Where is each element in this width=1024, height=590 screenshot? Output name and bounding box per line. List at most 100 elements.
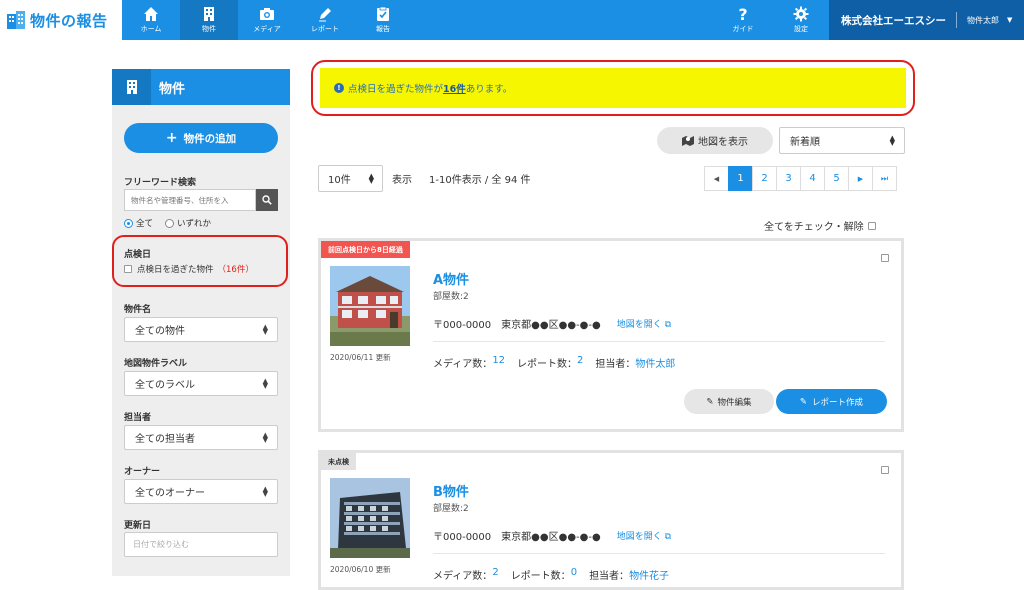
staff-select[interactable]: 全ての担当者 ▲ ▼ [124, 425, 278, 450]
nav-property[interactable]: 物件 [180, 0, 238, 40]
select-arrows-icon: ▲ ▼ [262, 431, 268, 444]
status-badge: 前回点検日から8日経過 [321, 241, 410, 258]
nav-home[interactable]: ホーム [122, 0, 180, 40]
show-map-button[interactable]: 地図を表示 [657, 127, 773, 154]
radio-all[interactable] [124, 218, 133, 228]
overdue-highlight [112, 235, 288, 287]
radio-any[interactable] [165, 218, 175, 228]
updated-date-input[interactable]: 日付で絞り込む [124, 532, 278, 557]
overdue-count: （16件） [217, 265, 254, 275]
media-count[interactable]: 2 [492, 567, 498, 582]
property-name-link[interactable]: B物件 [433, 481, 469, 500]
overdue-checkbox[interactable] [124, 265, 132, 273]
property-photo[interactable] [330, 478, 410, 558]
sort-value: 新着順 [790, 137, 820, 148]
user-menu[interactable]: 物件太郎 [967, 15, 999, 26]
staff-label: 担当者： [589, 571, 630, 582]
result-range: 1-10件表示 / 全 94 件 [429, 175, 531, 186]
question-icon: ? [738, 6, 747, 22]
property-name-select[interactable]: 全ての物件 ▲ ▼ [124, 317, 278, 342]
owner-label: オーナー [124, 467, 161, 477]
page-button[interactable]: 2 [752, 166, 777, 191]
caret-down-icon[interactable]: ▼ [1007, 16, 1012, 24]
divider [433, 553, 885, 554]
overdue-filter: 点検日を過ぎた物件 （16件） [124, 263, 254, 275]
per-page-select[interactable]: 10件 ▲ ▼ [318, 165, 383, 192]
nav-settings[interactable]: 設定 [772, 0, 830, 40]
show-label: 表示 [392, 175, 412, 186]
page-button[interactable]: 1 [728, 166, 753, 191]
alert-suffix: あります。 [465, 84, 513, 95]
nav-notice[interactable]: 報告 [354, 0, 412, 40]
alert-count-link[interactable]: 16件 [443, 81, 466, 95]
clipboard-check-icon [377, 6, 389, 21]
external-link-icon: ⧉ [664, 320, 672, 330]
staff-value: 全ての担当者 [135, 434, 195, 445]
building-logo-icon [7, 11, 25, 29]
search-mode-radios: 全て いずれか [124, 217, 211, 229]
open-map-link[interactable]: 地図を開く ⧉ [617, 317, 671, 330]
top-navbar: 物件の報告 ホーム 物件 メディア レポート 報告 ? ガイド 設定 株式会社エ… [0, 0, 1024, 40]
property-photo[interactable] [330, 266, 410, 346]
page-button[interactable]: 5 [824, 166, 849, 191]
open-map-link[interactable]: 地図を開く ⧉ [617, 529, 671, 542]
create-report-label: レポート作成 [812, 397, 864, 408]
sidebar-header: 物件 [112, 69, 290, 105]
check-all[interactable]: 全てをチェック・解除 [764, 218, 876, 233]
nav-guide-label: ガイド [732, 25, 754, 33]
updated-placeholder: 日付で絞り込む [133, 540, 189, 549]
status-badge: 未点検 [321, 453, 356, 470]
staff-link[interactable]: 物件太郎 [635, 355, 675, 370]
add-property-button[interactable]: + 物件の追加 [124, 123, 278, 153]
search-button[interactable] [256, 189, 278, 211]
last-page-button[interactable]: ⏭ [872, 166, 897, 191]
report-count[interactable]: 0 [571, 567, 577, 582]
pen-icon [319, 8, 331, 22]
property-name-label: 物件名 [124, 305, 152, 315]
map-label-label: 地図物件ラベル [124, 359, 188, 369]
nav-guide[interactable]: ? ガイド [714, 0, 772, 40]
external-link-icon: ⧉ [664, 532, 672, 542]
updated-date: 2020/06/11 更新 [330, 353, 391, 362]
property-checkbox[interactable] [881, 466, 889, 474]
staff-link[interactable]: 物件花子 [629, 567, 669, 582]
svg-text:?: ? [738, 6, 747, 22]
freeword-label: フリーワード検索 [124, 178, 197, 188]
page-button[interactable]: 4 [800, 166, 825, 191]
select-arrows-icon: ▲ ▼ [262, 485, 268, 498]
divider [956, 12, 957, 28]
check-all-checkbox[interactable] [867, 221, 876, 230]
nav-report[interactable]: レポート [296, 0, 354, 40]
prev-page-button[interactable]: ◀ [704, 166, 729, 191]
staff-label: 担当者： [595, 359, 636, 370]
owner-select[interactable]: 全てのオーナー ▲ ▼ [124, 479, 278, 504]
search-input[interactable] [124, 189, 256, 211]
nav-property-label: 物件 [202, 25, 216, 33]
edit-property-button[interactable]: ✎ 物件編集 [684, 389, 774, 414]
brand-logo[interactable]: 物件の報告 [0, 0, 122, 40]
media-count[interactable]: 12 [492, 355, 505, 370]
postal-code: 〒000-0000 [433, 320, 492, 331]
divider [433, 341, 885, 342]
map-label-value: 全てのラベル [135, 380, 195, 391]
radio-any-label: いずれか [177, 219, 212, 229]
open-map-label: 地図を開く [616, 532, 662, 542]
check-all-label: 全てをチェック・解除 [764, 222, 864, 233]
create-report-button[interactable]: ✎ レポート作成 [776, 389, 887, 414]
map-icon [682, 136, 694, 146]
report-count[interactable]: 2 [577, 355, 583, 370]
address-text: 東京都●●区●●-●-● [501, 532, 601, 543]
search-icon [262, 195, 272, 205]
property-name-link[interactable]: A物件 [433, 269, 469, 288]
owner-value: 全てのオーナー [135, 488, 205, 499]
nav-home-label: ホーム [140, 25, 162, 33]
map-label-select[interactable]: 全てのラベル ▲ ▼ [124, 371, 278, 396]
sort-select[interactable]: 新着順 ▲ ▼ [779, 127, 905, 154]
property-address: 〒000-0000 東京都●●区●●-●-● 地図を開く ⧉ [433, 528, 671, 543]
property-checkbox[interactable] [881, 254, 889, 262]
per-page-value: 10件 [328, 175, 351, 186]
address-text: 東京都●●区●●-●-● [501, 320, 601, 331]
page-button[interactable]: 3 [776, 166, 801, 191]
nav-media[interactable]: メディア [238, 0, 296, 40]
next-page-button[interactable]: ▶ [848, 166, 873, 191]
